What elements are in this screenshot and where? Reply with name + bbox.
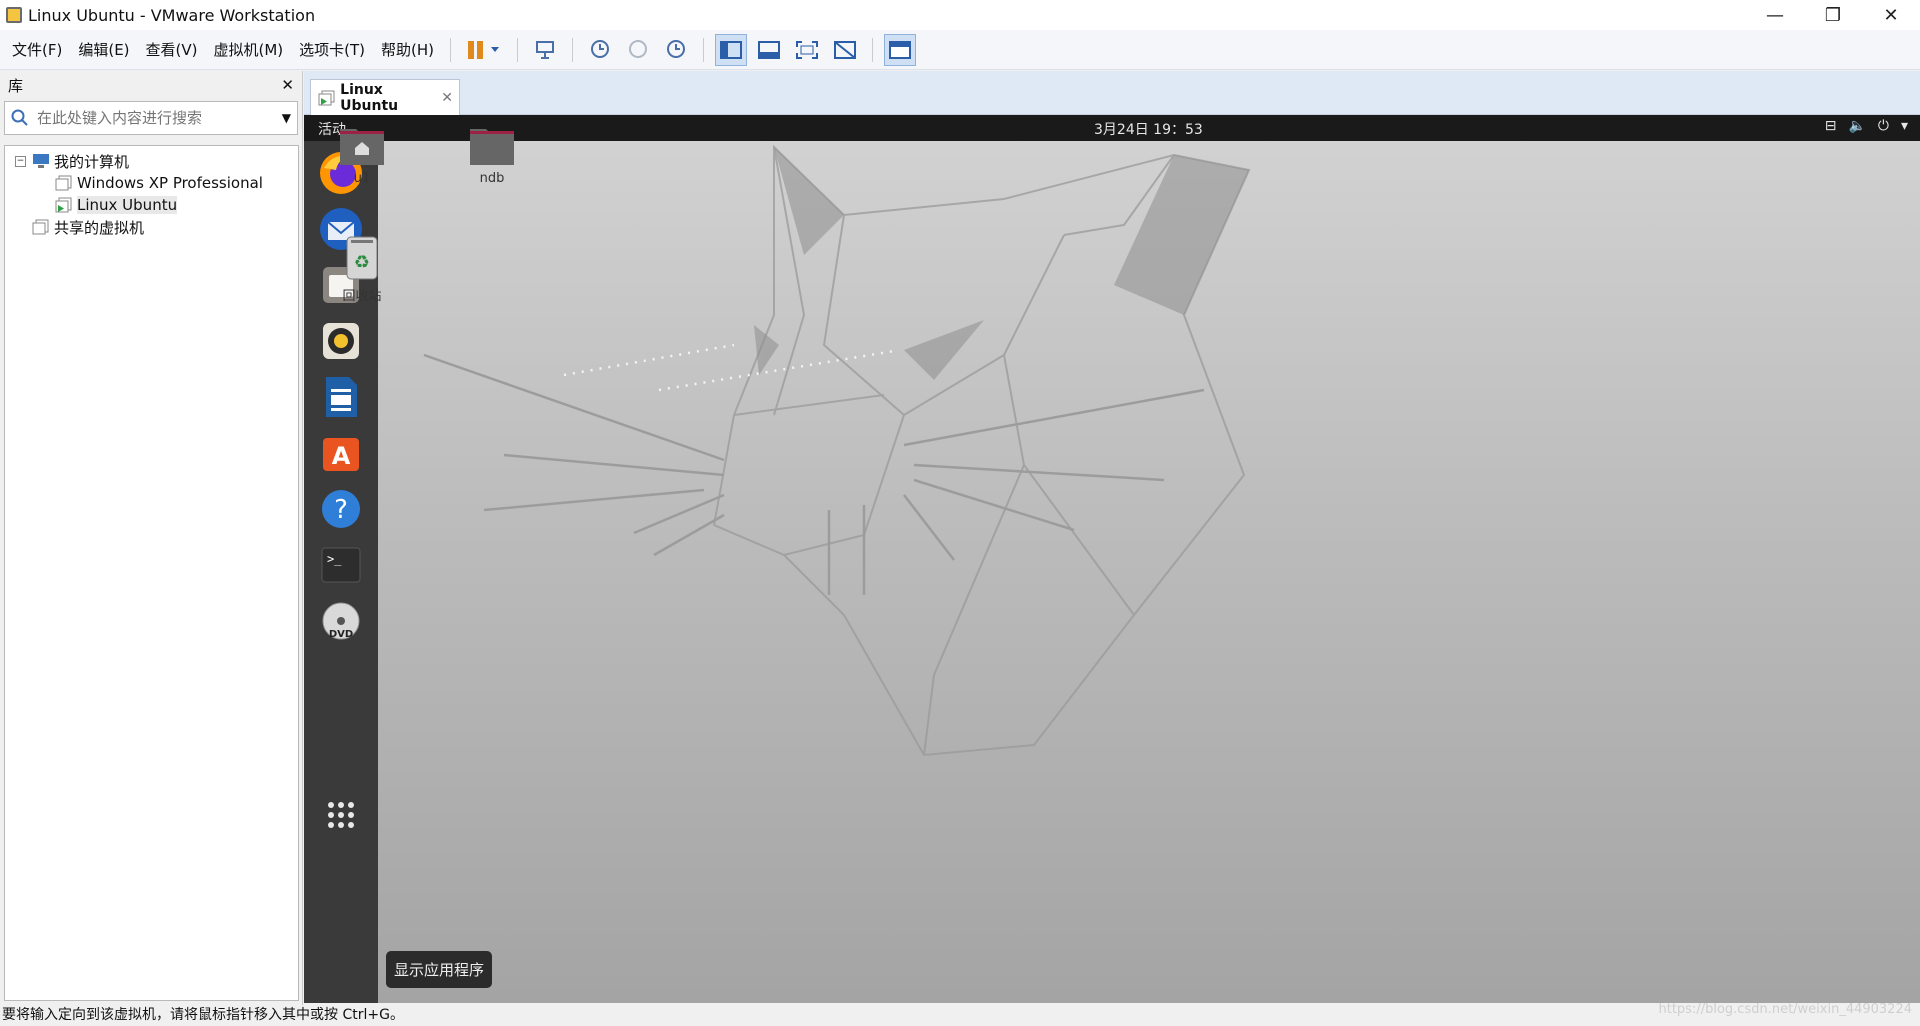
toolbar-separator (572, 37, 574, 62)
thumbnail-bar-icon[interactable] (753, 34, 785, 66)
toolbar-separator (517, 37, 519, 62)
computer-icon (33, 154, 49, 168)
vm-tabbar: Linux Ubuntu ✕ (304, 71, 1920, 115)
clock[interactable]: 3月24日 19：53 (1094, 119, 1203, 139)
svg-text:DVD: DVD (329, 629, 353, 640)
show-library-icon[interactable] (715, 33, 748, 66)
wallpaper-cat-illustration (423, 144, 1251, 757)
tree-vm-ubuntu[interactable]: Linux Ubuntu (5, 194, 298, 216)
tree-my-computer[interactable]: − 我的计算机 (5, 150, 298, 172)
rhythmbox-icon[interactable] (317, 317, 365, 365)
svg-text:♻: ♻ (354, 252, 370, 273)
toolbar-separator (703, 37, 705, 62)
revert-snapshot-icon[interactable] (622, 34, 654, 66)
power-icon: ⏻ (1877, 118, 1889, 134)
library-panel: 库 ✕ ▼ − 我的计算机 Windows XP Professional Li… (0, 71, 303, 1005)
volume-icon: 🔈 (1848, 118, 1866, 134)
library-header: 库 ✕ (0, 71, 302, 99)
network-icon: ⊟ (1824, 118, 1837, 134)
svg-text:>_: >_ (327, 552, 342, 566)
tree-label: Windows XP Professional (77, 174, 263, 192)
library-tree: − 我的计算机 Windows XP Professional Linux Ub… (4, 145, 299, 1001)
menubar: 文件(F) 编辑(E) 查看(V) 虚拟机(M) 选项卡(T) 帮助(H) (0, 30, 1920, 70)
unity-icon[interactable] (829, 34, 861, 66)
window-title: Linux Ubuntu - VMware Workstation (28, 5, 316, 25)
show-applications-tooltip: 显示应用程序 (386, 951, 493, 988)
dvd-icon[interactable]: DVD (317, 597, 365, 645)
snapshot-manager-icon[interactable] (660, 34, 692, 66)
tree-vm-winxp[interactable]: Windows XP Professional (5, 172, 298, 194)
send-ctrl-alt-del-icon[interactable] (529, 34, 561, 66)
library-title: 库 (8, 76, 24, 95)
trash-icon: ♻ (346, 236, 378, 280)
desktop-ndb-folder[interactable]: ndb (447, 123, 537, 186)
shared-vm-icon (32, 219, 49, 235)
folder-icon (470, 129, 514, 165)
tab-label: Linux Ubuntu (340, 81, 399, 114)
running-vm-icon (55, 197, 72, 213)
window-controls: — ❐ ✕ (1746, 0, 1920, 30)
close-tab-icon[interactable]: ✕ (441, 90, 453, 106)
status-message: 要将输入定向到该虚拟机，请将鼠标指针移入其中或按 Ctrl+G。 (2, 1007, 404, 1023)
guest-desktop[interactable]: 活动 3月24日 19：53 ⊟ 🔈 ⏻ ▾ A ? >_ DVD u1 ndb… (304, 115, 1920, 1003)
svg-text:?: ? (334, 495, 348, 525)
tree-label: Linux Ubuntu (77, 196, 178, 214)
running-vm-icon (318, 90, 335, 105)
desktop-icon-label: 回收站 (342, 289, 382, 304)
search-icon (11, 109, 28, 126)
toolbar-separator (872, 37, 874, 62)
help-icon[interactable]: ? (317, 485, 365, 533)
close-window-button[interactable]: ✕ (1862, 0, 1920, 30)
system-tray[interactable]: ⊟ 🔈 ⏻ ▾ (1825, 118, 1908, 134)
tab-linux-ubuntu[interactable]: Linux Ubuntu ✕ (310, 79, 460, 115)
vm-icon (55, 175, 72, 191)
snapshot-icon[interactable] (584, 34, 616, 66)
menu-vm[interactable]: 虚拟机(M) (206, 30, 292, 70)
search-dropdown-icon[interactable]: ▼ (282, 111, 291, 125)
window-titlebar: Linux Ubuntu - VMware Workstation — ❐ ✕ (0, 0, 1920, 30)
close-library-icon[interactable]: ✕ (281, 76, 294, 94)
home-folder-icon (340, 129, 384, 165)
ubuntu-software-icon[interactable]: A (317, 429, 365, 477)
menu-view[interactable]: 查看(V) (138, 30, 206, 70)
terminal-icon[interactable]: >_ (317, 541, 365, 589)
show-applications-icon[interactable] (317, 791, 365, 839)
desktop-home-folder[interactable]: u1 (317, 123, 407, 186)
svg-text:A: A (332, 442, 351, 470)
menu-file[interactable]: 文件(F) (4, 30, 70, 70)
menu-tabs[interactable]: 选项卡(T) (291, 30, 373, 70)
desktop-icon-label: u1 (353, 171, 371, 186)
desktop-trash[interactable]: ♻ 回收站 (317, 235, 407, 304)
console-view-icon[interactable] (884, 33, 917, 66)
library-search-box[interactable]: ▼ (4, 101, 298, 135)
library-search-input[interactable] (37, 109, 282, 127)
vmware-app-icon (6, 7, 22, 23)
tree-shared-vms[interactable]: 共享的虚拟机 (5, 216, 298, 238)
tree-label: 我的计算机 (54, 152, 130, 171)
menu-edit[interactable]: 编辑(E) (70, 30, 137, 70)
menu-help[interactable]: 帮助(H) (373, 30, 442, 70)
gnome-topbar: 活动 3月24日 19：53 ⊟ 🔈 ⏻ ▾ (304, 115, 1920, 141)
collapse-icon[interactable]: − (15, 155, 26, 167)
chevron-down-icon: ▾ (1900, 118, 1908, 134)
watermark-text: https://blog.csdn.net/weixin_44903224 (1658, 1002, 1912, 1017)
restore-button[interactable]: ❐ (1804, 0, 1862, 30)
libreoffice-writer-icon[interactable] (317, 373, 365, 421)
pause-icon[interactable] (462, 34, 506, 66)
toolbar-separator (450, 37, 452, 62)
desktop-icon-label: ndb (479, 171, 505, 186)
fullscreen-icon[interactable] (791, 34, 823, 66)
status-bar: 要将输入定向到该虚拟机，请将鼠标指针移入其中或按 Ctrl+G。 (0, 1005, 1920, 1026)
minimize-button[interactable]: — (1746, 0, 1804, 30)
tree-label: 共享的虚拟机 (54, 218, 145, 237)
